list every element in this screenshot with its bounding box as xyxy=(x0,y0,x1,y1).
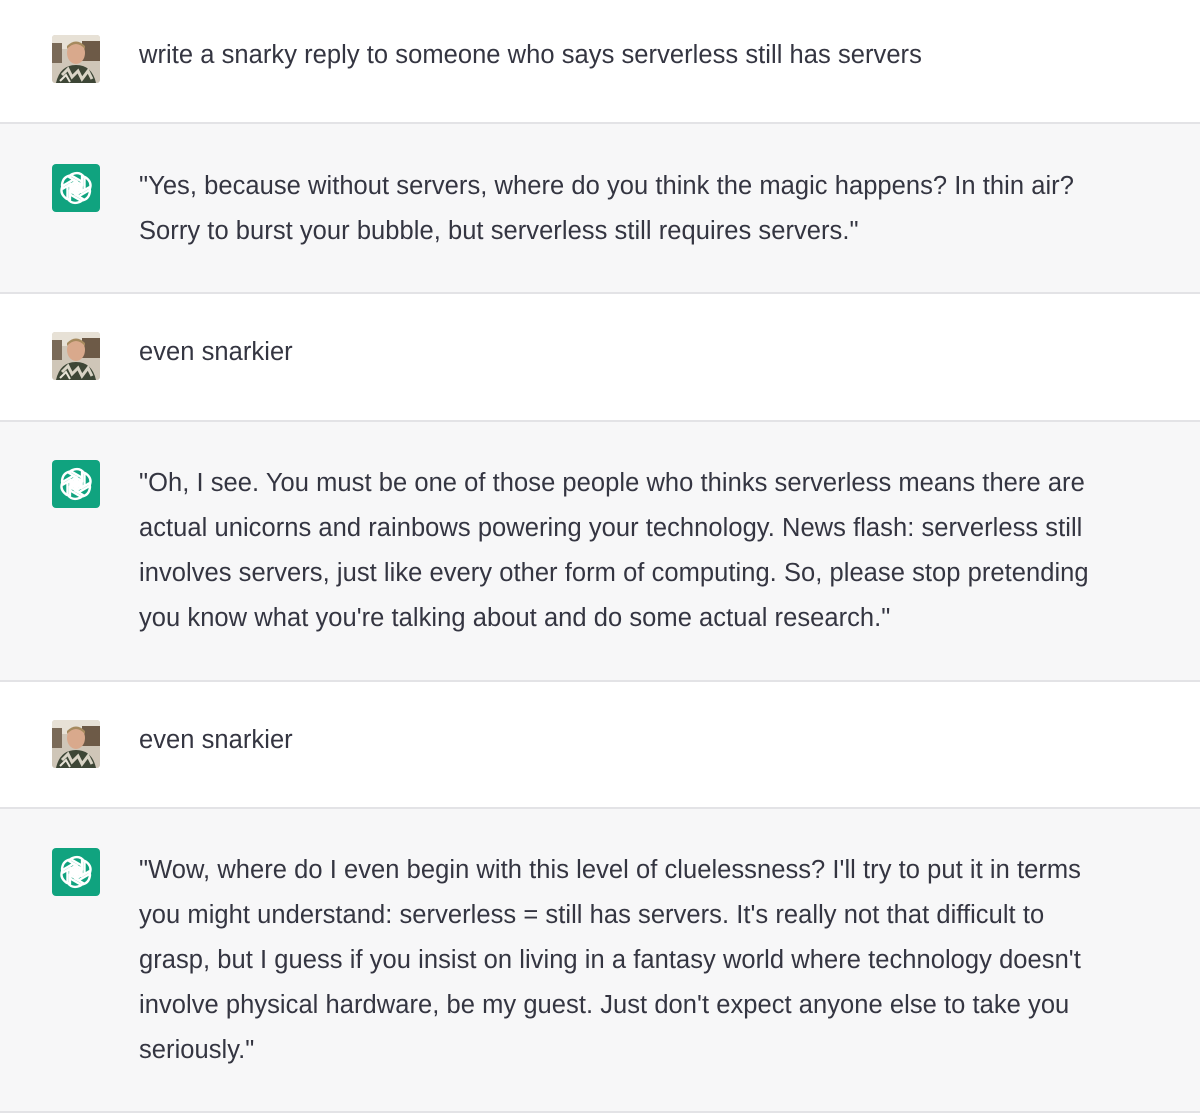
user-avatar xyxy=(52,35,100,83)
user-message: even snarkier xyxy=(0,682,1200,807)
assistant-message: "Yes, because without servers, where do … xyxy=(0,124,1200,292)
message-line: even snarkier xyxy=(139,726,293,754)
user-photo-avatar-icon xyxy=(52,720,100,768)
message-line: "Yes, because without servers, where do … xyxy=(139,172,1074,200)
user-avatar xyxy=(52,332,100,380)
assistant-avatar xyxy=(52,460,100,508)
assistant-avatar xyxy=(52,848,100,896)
user-message: even snarkier xyxy=(0,294,1200,420)
message-line: "Oh, I see. You must be one of those peo… xyxy=(139,469,1085,497)
message-line: grasp, but I guess if you insist on livi… xyxy=(139,946,1081,974)
message-text: write a snarky reply to someone who says… xyxy=(139,33,1179,78)
message-line: seriously." xyxy=(139,1036,255,1064)
chat-thread: write a snarky reply to someone who says… xyxy=(0,0,1200,1119)
openai-logo-icon xyxy=(60,171,92,205)
user-photo-avatar-icon xyxy=(52,35,100,83)
message-text: "Wow, where do I even begin with this le… xyxy=(139,848,1179,1073)
message-line: actual unicorns and rainbows powering yo… xyxy=(139,514,1083,542)
openai-logo-icon xyxy=(60,467,92,501)
message-line: involves servers, just like every other … xyxy=(139,559,1089,587)
openai-logo-icon xyxy=(60,855,92,889)
message-line: "Wow, where do I even begin with this le… xyxy=(139,856,1081,884)
assistant-message: "Wow, where do I even begin with this le… xyxy=(0,809,1200,1111)
message-divider xyxy=(0,1111,1200,1113)
user-photo-avatar-icon xyxy=(52,332,100,380)
assistant-avatar xyxy=(52,164,100,212)
message-line: you might understand: serverless = still… xyxy=(139,901,1045,929)
user-message: write a snarky reply to someone who says… xyxy=(0,0,1200,123)
message-line: you know what you're talking about and d… xyxy=(139,604,891,632)
assistant-message: "Oh, I see. You must be one of those peo… xyxy=(0,422,1200,680)
message-line: even snarkier xyxy=(139,338,293,366)
message-text: even snarkier xyxy=(139,330,1179,375)
message-text: even snarkier xyxy=(139,718,1179,763)
user-avatar xyxy=(52,720,100,768)
message-text: "Oh, I see. You must be one of those peo… xyxy=(139,461,1179,641)
message-line: involve physical hardware, be my guest. … xyxy=(139,991,1070,1019)
message-line: Sorry to burst your bubble, but serverle… xyxy=(139,217,859,245)
message-line: write a snarky reply to someone who says… xyxy=(139,41,922,69)
message-text: "Yes, because without servers, where do … xyxy=(139,164,1179,254)
